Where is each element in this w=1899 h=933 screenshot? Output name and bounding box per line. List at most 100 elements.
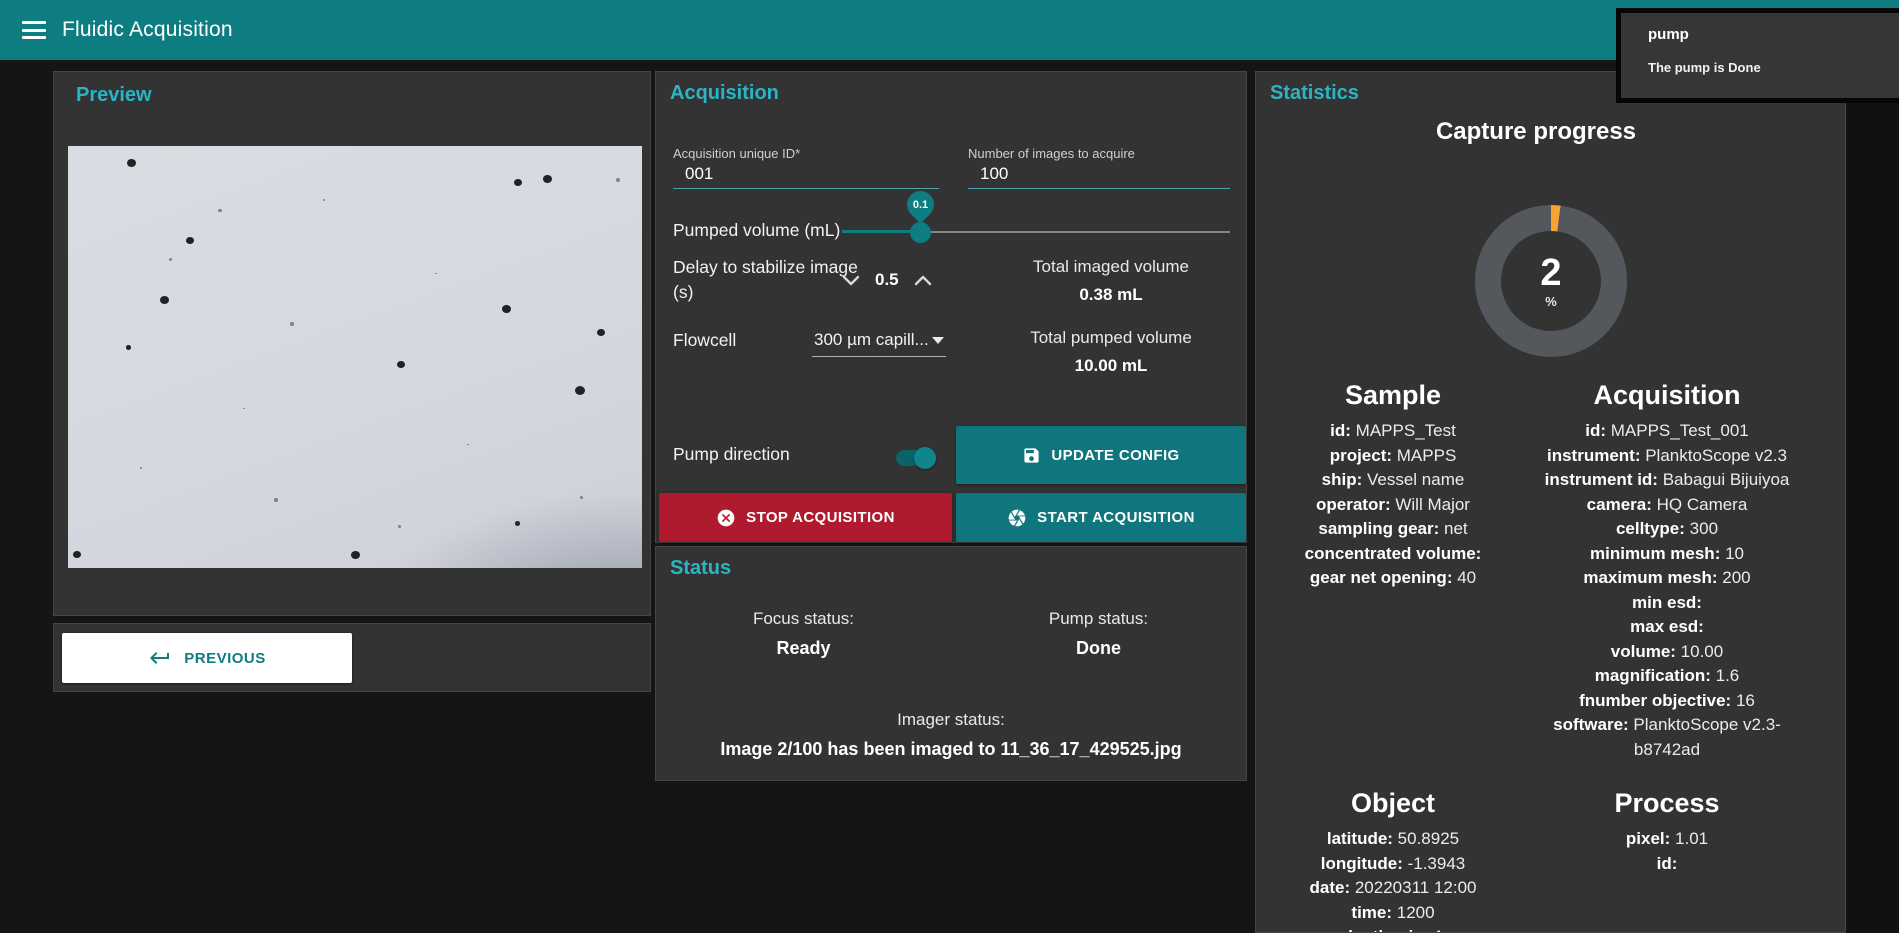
delay-value[interactable]: 0.5 bbox=[875, 270, 899, 290]
previous-button[interactable]: PREVIOUS bbox=[62, 633, 352, 683]
navigation-panel: PREVIOUS bbox=[53, 623, 651, 692]
num-images-field[interactable]: Number of images to acquire 100 bbox=[968, 146, 1230, 189]
plankton-particle bbox=[73, 551, 81, 558]
status-panel-title: Status bbox=[670, 557, 731, 580]
dropdown-caret-icon bbox=[932, 337, 944, 344]
total-imaged-value: 0.38 mL bbox=[986, 285, 1236, 305]
plankton-particle bbox=[290, 322, 294, 326]
update-config-button[interactable]: UPDATE CONFIG bbox=[956, 426, 1246, 484]
capture-progress-gauge: 2 % bbox=[1475, 205, 1627, 357]
flowcell-dropdown[interactable]: 300 µm capill... bbox=[812, 330, 946, 357]
start-acquisition-button[interactable]: START ACQUISITION bbox=[956, 493, 1246, 542]
statistics-sections: Sampleid: MAPPS_Testproject: MAPPSship: … bbox=[1256, 380, 1804, 933]
start-acquisition-label: START ACQUISITION bbox=[1037, 509, 1195, 526]
total-pumped-label: Total pumped volume bbox=[986, 328, 1236, 348]
slider-fill bbox=[842, 230, 920, 233]
page-title: Fluidic Acquisition bbox=[62, 18, 233, 42]
pump-status: Pump status: Done bbox=[951, 609, 1246, 659]
pump-notification-toast[interactable]: pump The pump is Done bbox=[1616, 8, 1899, 103]
stat-row: depth min: 1 bbox=[1256, 925, 1530, 933]
stats-section-object: Object latitude: 50.8925longitude: -1.394… bbox=[1256, 788, 1530, 933]
stat-row: instrument: PlanktoScope v2.3 bbox=[1530, 444, 1804, 469]
plankton-particle bbox=[323, 199, 325, 201]
gauge-value: 2 bbox=[1540, 254, 1561, 292]
pump-direction-toggle[interactable] bbox=[896, 450, 933, 466]
update-config-label: UPDATE CONFIG bbox=[1051, 447, 1179, 464]
section-heading: Sample bbox=[1256, 380, 1530, 411]
stat-row: gear net opening: 40 bbox=[1256, 566, 1530, 591]
stat-row: fnumber objective: 16 bbox=[1530, 689, 1804, 714]
stat-row: instrument id: Babagui Bijuiyoa bbox=[1530, 468, 1804, 493]
stop-acquisition-button[interactable]: STOP ACQUISITION bbox=[659, 493, 952, 542]
plankton-particle bbox=[127, 159, 136, 167]
acquisition-id-field[interactable]: Acquisition unique ID* 001 bbox=[673, 146, 939, 189]
plankton-particle bbox=[543, 175, 552, 183]
stat-row: volume: 10.00 bbox=[1530, 640, 1804, 665]
num-images-label: Number of images to acquire bbox=[968, 146, 1230, 161]
capture-progress-title: Capture progress bbox=[1256, 118, 1816, 146]
app-header: Fluidic Acquisition bbox=[0, 0, 1899, 60]
imager-status-value: Image 2/100 has been imaged to 11_36_17_… bbox=[656, 739, 1246, 760]
pumped-volume-slider[interactable]: 0.1 bbox=[842, 222, 1230, 242]
plankton-particle bbox=[467, 444, 469, 446]
plankton-particle bbox=[397, 361, 405, 368]
menu-icon[interactable] bbox=[22, 21, 46, 39]
pump-status-label: Pump status: bbox=[951, 609, 1246, 629]
acquisition-id-value[interactable]: 001 bbox=[673, 164, 939, 184]
total-imaged-volume: Total imaged volume 0.38 mL bbox=[986, 257, 1236, 305]
preview-panel: Preview bbox=[53, 71, 651, 616]
imager-status-label: Imager status: bbox=[656, 710, 1246, 730]
acquisition-panel-title: Acquisition bbox=[670, 82, 779, 105]
stat-row: project: MAPPS bbox=[1256, 444, 1530, 469]
stat-row: concentrated volume: bbox=[1256, 542, 1530, 567]
input-underline bbox=[673, 188, 939, 189]
shutter-icon bbox=[1007, 508, 1027, 528]
slider-value-balloon: 0.1 bbox=[901, 185, 939, 223]
stat-row: sampling gear: net bbox=[1256, 517, 1530, 542]
imager-status: Imager status: Image 2/100 has been imag… bbox=[656, 710, 1246, 760]
plankton-particle bbox=[398, 525, 401, 528]
chevron-up-icon[interactable] bbox=[913, 273, 933, 287]
acquisition-panel: Acquisition Acquisition unique ID* 001 N… bbox=[655, 71, 1247, 543]
pump-direction-label: Pump direction bbox=[673, 444, 790, 465]
stat-row: minimum mesh: 10 bbox=[1530, 542, 1804, 567]
stat-row: max esd: bbox=[1530, 615, 1804, 640]
stop-acquisition-label: STOP ACQUISITION bbox=[746, 509, 895, 526]
plankton-particle bbox=[597, 329, 605, 336]
statistics-panel: Statistics Capture progress 2 % Sampleid… bbox=[1255, 71, 1846, 933]
plankton-particle bbox=[502, 305, 511, 313]
delay-label: Delay to stabilize image (s) bbox=[673, 255, 863, 305]
plankton-particle bbox=[274, 498, 278, 502]
stat-row: maximum mesh: 200 bbox=[1530, 566, 1804, 591]
preview-panel-title: Preview bbox=[76, 84, 152, 107]
plankton-particle bbox=[140, 467, 142, 469]
focus-status-label: Focus status: bbox=[656, 609, 951, 629]
focus-status-value: Ready bbox=[656, 638, 951, 659]
stat-row: id: bbox=[1530, 852, 1804, 877]
plankton-particle bbox=[351, 551, 360, 559]
stat-row: latitude: 50.8925 bbox=[1256, 827, 1530, 852]
pumped-volume-label: Pumped volume (mL) bbox=[673, 220, 840, 241]
stat-row: time: 1200 bbox=[1256, 901, 1530, 926]
stats-section-acquisition: Acquisition id: MAPPS_Test_001instrument:… bbox=[1530, 380, 1804, 762]
stats-section-process: Processpixel: 1.01id: bbox=[1530, 788, 1804, 876]
stat-row: operator: Will Major bbox=[1256, 493, 1530, 518]
save-icon bbox=[1022, 446, 1041, 465]
toggle-knob[interactable] bbox=[914, 447, 936, 469]
plankton-particle bbox=[186, 237, 194, 244]
background-void bbox=[1847, 60, 1899, 933]
stat-row: id: MAPPS_Test_001 bbox=[1530, 419, 1804, 444]
stat-row: magnification: 1.6 bbox=[1530, 664, 1804, 689]
plankton-particle bbox=[169, 258, 172, 261]
chevron-down-icon[interactable] bbox=[841, 273, 861, 287]
plankton-particle bbox=[580, 496, 583, 499]
slider-handle[interactable] bbox=[910, 222, 931, 243]
stat-row: min esd: bbox=[1530, 591, 1804, 616]
section-heading: Object bbox=[1256, 788, 1530, 819]
plankton-particle bbox=[616, 178, 620, 182]
num-images-value[interactable]: 100 bbox=[968, 164, 1230, 184]
previous-button-label: PREVIOUS bbox=[184, 650, 266, 667]
stat-row: longitude: -1.3943 bbox=[1256, 852, 1530, 877]
section-heading: Acquisition bbox=[1530, 380, 1804, 411]
stat-row: id: MAPPS_Test bbox=[1256, 419, 1530, 444]
